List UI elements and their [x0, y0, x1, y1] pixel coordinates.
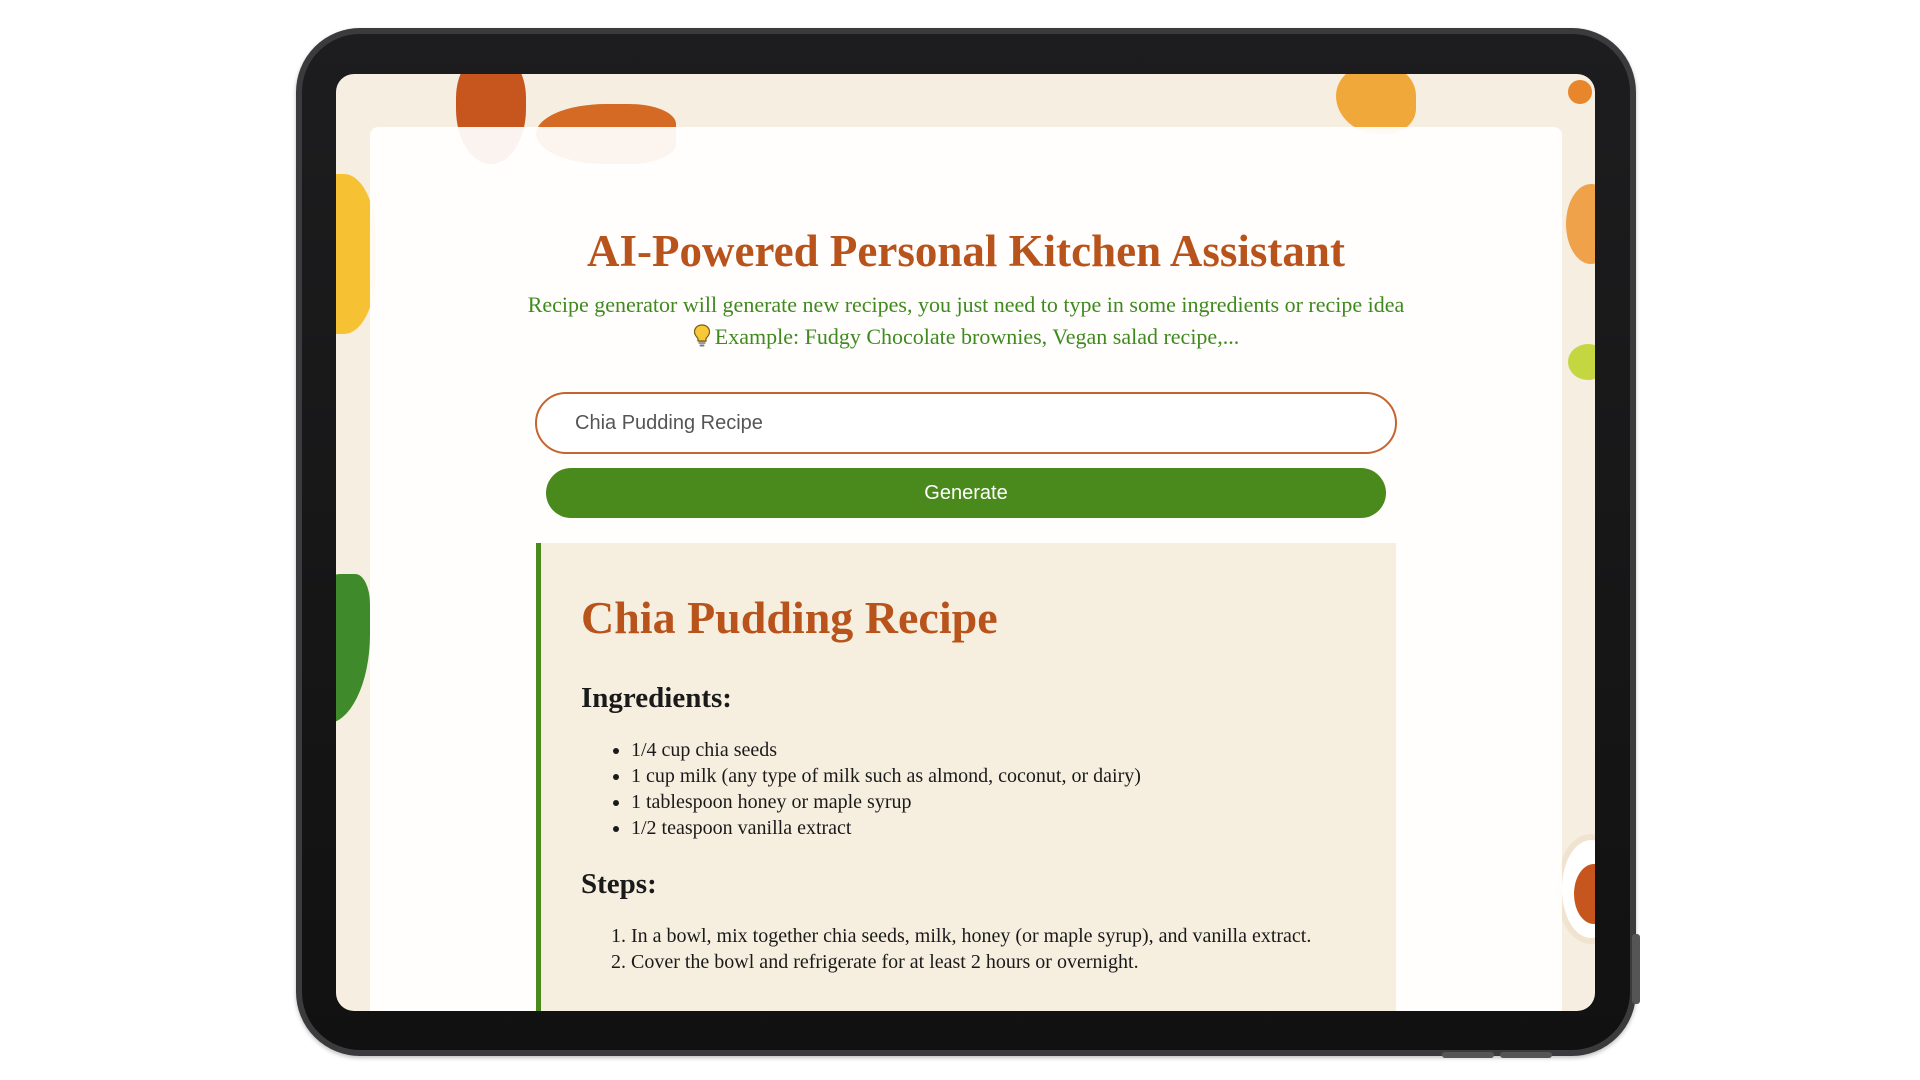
food-decoration: [1566, 184, 1595, 264]
generate-button[interactable]: Generate: [546, 468, 1386, 518]
ingredients-list: 1/4 cup chia seeds 1 cup milk (any type …: [581, 737, 1356, 841]
bottom-button: [1442, 1052, 1494, 1058]
food-decoration: [1568, 80, 1592, 104]
recipe-input[interactable]: [535, 392, 1397, 454]
bottom-button: [1500, 1052, 1552, 1058]
step-item: Cover the bowl and refrigerate for at le…: [631, 949, 1341, 975]
recipe-title: Chia Pudding Recipe: [581, 592, 998, 643]
steps-list: In a bowl, mix together chia seeds, milk…: [581, 923, 1341, 975]
food-decoration: [1336, 74, 1416, 134]
food-decoration: [336, 574, 370, 724]
page-title: AI-Powered Personal Kitchen Assistant: [587, 226, 1345, 276]
light-bulb-icon: [693, 324, 710, 347]
example-text: Example: Fudgy Chocolate brownies, Vegan…: [714, 324, 1240, 349]
ingredient-item: 1 cup milk (any type of milk such as alm…: [631, 763, 1356, 789]
ingredient-item: 1/2 teaspoon vanilla extract: [631, 815, 1356, 841]
description: Recipe generator will generate new recip…: [370, 289, 1562, 353]
ingredients-heading: Ingredients:: [581, 682, 732, 714]
recipe-output: Chia Pudding Recipe Ingredients: 1/4 cup…: [536, 543, 1396, 1011]
food-decoration: [1568, 344, 1595, 380]
screen: AI-Powered Personal Kitchen Assistant Re…: [336, 74, 1595, 1011]
ingredient-item: 1/4 cup chia seeds: [631, 737, 1356, 763]
description-text: Recipe generator will generate new recip…: [527, 292, 1405, 317]
side-button: [1632, 934, 1640, 1004]
steps-heading: Steps:: [581, 868, 657, 900]
main-card: AI-Powered Personal Kitchen Assistant Re…: [370, 127, 1562, 1011]
step-item: In a bowl, mix together chia seeds, milk…: [631, 923, 1341, 949]
ingredient-item: 1 tablespoon honey or maple syrup: [631, 789, 1356, 815]
example-line: Example: Fudgy Chocolate brownies, Vegan…: [370, 321, 1562, 353]
